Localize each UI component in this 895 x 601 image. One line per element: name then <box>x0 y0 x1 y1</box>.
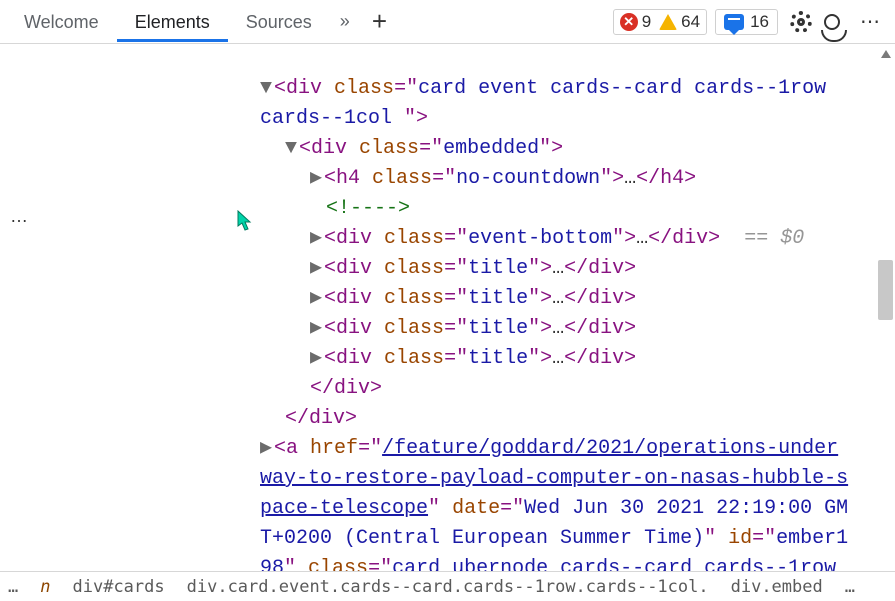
vertical-scrollbar[interactable] <box>878 44 893 571</box>
scroll-up-icon[interactable] <box>881 50 891 58</box>
expand-toggle[interactable] <box>310 284 324 314</box>
crumb-item[interactable]: div.card.event.cards--card.cards--1row.c… <box>187 577 709 597</box>
crumb-ellipsis-left[interactable]: … <box>8 577 18 597</box>
expand-toggle[interactable] <box>310 344 324 374</box>
messages-counter[interactable]: 16 <box>715 9 778 35</box>
error-icon: ✕ <box>620 13 638 31</box>
chat-icon <box>724 14 744 30</box>
expand-toggle[interactable] <box>260 74 274 104</box>
crumb-item[interactable]: div#cards <box>73 577 165 597</box>
messages-count: 16 <box>750 12 769 32</box>
tab-welcome[interactable]: Welcome <box>6 2 117 42</box>
tab-sources[interactable]: Sources <box>228 2 330 42</box>
crumb-ellipsis-right[interactable]: … <box>845 577 855 597</box>
expand-toggle[interactable] <box>310 224 324 254</box>
warning-icon <box>659 14 677 30</box>
expand-toggle[interactable] <box>310 254 324 284</box>
crumb-item[interactable]: div.embed <box>731 577 823 597</box>
elements-panel: … <div class="card event cards--card car… <box>0 44 895 571</box>
warning-count: 64 <box>681 12 700 32</box>
add-tab-button[interactable]: + <box>360 6 399 37</box>
tab-elements[interactable]: Elements <box>117 2 228 42</box>
devtools-toolbar: Welcome Elements Sources » + ✕ 9 64 16 ⋯ <box>0 0 895 44</box>
expand-toggle[interactable] <box>310 164 324 194</box>
breadcrumb-bar: … n div#cards div.card.event.cards--card… <box>0 571 895 601</box>
account-icon[interactable] <box>824 14 840 30</box>
issues-counter[interactable]: ✕ 9 64 <box>613 9 707 35</box>
scroll-thumb[interactable] <box>878 260 893 320</box>
tabs-overflow-icon[interactable]: » <box>330 11 360 32</box>
dom-tree[interactable]: <div class="card event cards--card cards… <box>40 44 875 571</box>
error-count: 9 <box>642 12 651 32</box>
breakpoint-marker[interactable]: … <box>10 206 31 227</box>
expand-toggle[interactable] <box>285 134 299 164</box>
tree-gutter: … <box>0 44 40 571</box>
settings-icon[interactable] <box>790 11 812 33</box>
crumb-item[interactable]: n <box>40 577 50 597</box>
more-icon[interactable]: ⋯ <box>854 9 889 34</box>
expand-toggle[interactable] <box>260 434 274 464</box>
expand-toggle[interactable] <box>310 314 324 344</box>
